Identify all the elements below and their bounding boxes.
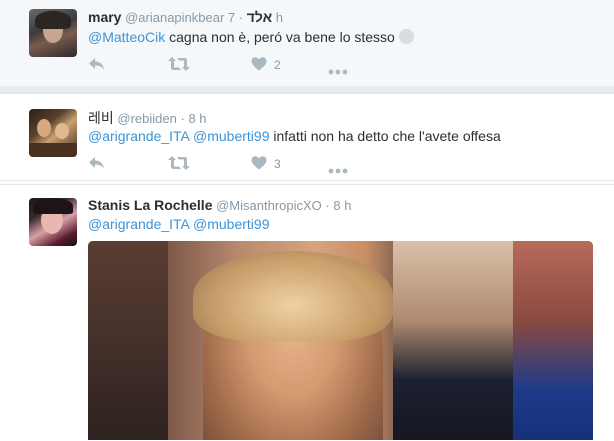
author-handle[interactable]: @MisanthropicXO	[216, 198, 322, 213]
more-icon[interactable]	[328, 161, 348, 179]
retweet-icon[interactable]	[168, 56, 190, 74]
mention-link[interactable]: @muberti99	[193, 128, 269, 144]
tweet-media-photo[interactable]	[88, 241, 593, 440]
tweet-text: @MatteoCik cagna non è, peró va bene lo …	[88, 29, 414, 45]
like-count: 2	[274, 58, 281, 72]
separator-dot: ·	[325, 198, 330, 213]
more-icon[interactable]	[328, 62, 348, 80]
retweet-icon[interactable]	[168, 155, 190, 173]
separator-dot: ·	[180, 111, 185, 126]
avatar[interactable]	[29, 9, 77, 57]
reply-icon[interactable]	[88, 155, 106, 173]
photo-hair	[193, 251, 393, 341]
heart-icon[interactable]	[251, 56, 267, 74]
author-name[interactable]: Stanis La Rochelle	[88, 197, 212, 213]
tweet-body: infatti non ha detto che l'avete offesa	[269, 128, 501, 144]
mention-link[interactable]: @arigrande_ITA	[88, 128, 189, 144]
tweet-text: @arigrande_ITA @muberti99 infatti non ha…	[88, 128, 501, 144]
tweet-header: mary @arianapinkbear אלד · 7 h	[88, 9, 283, 25]
author-handle[interactable]: @rebiiden	[117, 111, 176, 126]
author-name[interactable]: mary	[88, 9, 121, 25]
photo-region	[393, 241, 513, 440]
tweet-text: @arigrande_ITA @muberti99	[88, 216, 269, 232]
photo-region	[513, 241, 593, 440]
heart-icon[interactable]	[251, 155, 267, 173]
author-handle[interactable]: @arianapinkbear	[125, 10, 224, 25]
mention-link[interactable]: @MatteoCik	[88, 29, 165, 45]
avatar[interactable]	[29, 109, 77, 157]
photo-region	[88, 241, 168, 440]
divider	[0, 86, 614, 93]
author-name[interactable]: 레비	[88, 110, 114, 126]
tweet-body: cagna non è, peró va bene lo stesso	[165, 29, 395, 45]
emoji-icon	[398, 29, 414, 44]
tweet-header: 레비 @rebiiden · 8 h	[88, 108, 207, 128]
author-handle-extra: אלד	[246, 9, 273, 25]
tweet[interactable]: mary @arianapinkbear אלד · 7 h @MatteoCi…	[0, 0, 614, 87]
mention-link[interactable]: @muberti99	[193, 216, 269, 232]
mention-link[interactable]: @arigrande_ITA	[88, 216, 189, 232]
tweet-header: Stanis La Rochelle @MisanthropicXO · 8 h	[88, 197, 351, 213]
separator-dot: ·	[238, 10, 244, 25]
tweet[interactable]: 레비 @rebiiden · 8 h @arigrande_ITA @muber…	[0, 93, 614, 181]
reply-icon[interactable]	[88, 56, 106, 74]
avatar[interactable]	[29, 198, 77, 246]
like-count: 3	[274, 157, 281, 171]
timestamp[interactable]: 8 h	[188, 111, 206, 126]
timestamp[interactable]: 8 h	[333, 198, 351, 213]
